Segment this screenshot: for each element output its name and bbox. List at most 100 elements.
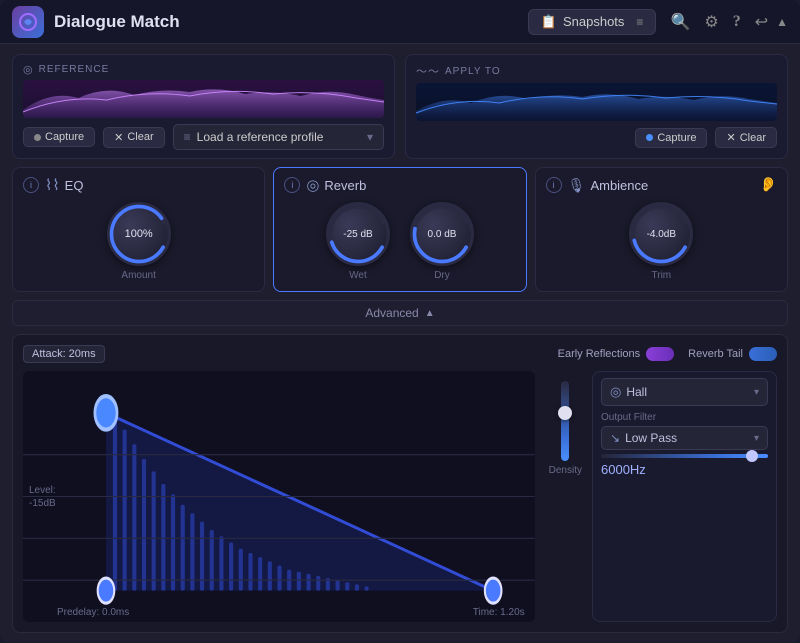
reverb-knob-area: -25 dB Wet 0.0 dB Dry <box>284 202 515 281</box>
reverb-wet-knob[interactable]: -25 dB <box>326 202 390 266</box>
eq-info-button[interactable]: i <box>23 177 39 193</box>
reverb-tail-toggle-control: Reverb Tail <box>688 347 777 361</box>
hall-selector-value: Hall <box>626 385 647 399</box>
reference-label: ◎ REFERENCE <box>23 63 384 76</box>
ambience-trim-knob-container: -4.0dB Trim <box>629 202 693 281</box>
filter-selector[interactable]: ↘ Low Pass ▾ <box>601 426 768 450</box>
snapshots-icon: 📋 <box>541 14 557 30</box>
reverb-module: i ◎ Reverb -25 dB <box>273 167 526 292</box>
reference-panel: ◎ REFERENCE <box>12 54 395 159</box>
ambience-trim-knob[interactable]: -4.0dB <box>629 202 693 266</box>
density-label: Density <box>549 465 582 476</box>
early-reflections-toggle[interactable] <box>646 347 674 361</box>
density-slider[interactable] <box>561 381 569 461</box>
hall-panel-inner: ◎ Hall ▾ Output Filter ↘ Low Pass <box>593 372 776 621</box>
ref-apply-row: ◎ REFERENCE <box>12 54 788 159</box>
ambience-trim-value: -4.0dB <box>647 229 676 240</box>
hall-selector[interactable]: ◎ Hall ▾ <box>601 378 768 406</box>
help-icon[interactable]: ? <box>733 13 741 31</box>
ambience-module: i 🎙 Ambience 👂 <box>535 167 788 292</box>
ambience-extra-icon[interactable]: 👂 <box>760 176 777 194</box>
reverb-wet-knob-container: -25 dB Wet <box>326 202 390 281</box>
ambience-icon: 🎙 <box>568 177 586 194</box>
freq-slider-track[interactable] <box>601 454 768 458</box>
apply-to-clear-button[interactable]: ✕ Clear <box>715 127 777 148</box>
reverb-wet-value: -25 dB <box>343 229 372 240</box>
header: Dialogue Match 📋 Snapshots ≡ 🔍 ⚙ ? ↩ ▲ <box>0 0 800 44</box>
load-profile-label: Load a reference profile <box>197 130 324 144</box>
header-icons: 🔍 ⚙ ? ↩ <box>670 12 768 32</box>
app-title: Dialogue Match <box>54 12 180 32</box>
scroll-up-button[interactable]: ▲ <box>776 15 788 29</box>
snapshots-label: Snapshots <box>563 14 624 29</box>
snapshots-menu-icon: ≡ <box>636 15 643 29</box>
reference-capture-button[interactable]: Capture <box>23 127 95 147</box>
load-profile-menu-icon: ≡ <box>184 130 191 144</box>
apply-to-capture-button[interactable]: Capture <box>635 128 707 148</box>
early-reflections-toggle-control: Early Reflections <box>558 347 675 361</box>
freq-slider-handle[interactable] <box>746 450 758 462</box>
filter-freq-row <box>601 454 768 458</box>
clear-x-icon: ✕ <box>114 131 123 144</box>
capture-dot-icon <box>34 134 41 141</box>
reverb-tail-toggle[interactable] <box>749 347 777 361</box>
eq-amount-knob-container: 100% Amount <box>107 202 171 281</box>
hall-selector-icon: ◎ <box>610 384 621 400</box>
filter-value: Low Pass <box>625 431 677 445</box>
apply-to-icon: 〜〜 <box>416 63 440 79</box>
eq-amount-label: Amount <box>121 270 155 281</box>
modules-row: i ⌇⌇ EQ 100% <box>12 167 788 292</box>
reflections-controls: Early Reflections Reverb Tail <box>558 347 777 361</box>
apply-clear-x-icon: ✕ <box>726 131 735 144</box>
advanced-top-controls: Attack: 20ms Early Reflections Reverb Ta… <box>23 345 777 363</box>
apply-to-controls: Capture ✕ Clear <box>416 127 777 148</box>
advanced-label: Advanced <box>365 306 418 320</box>
output-filter-label: Output Filter <box>601 412 768 423</box>
reverb-graph: Level: -15dB <box>23 371 535 622</box>
reference-icon: ◎ <box>23 63 34 76</box>
graph-area: Level: -15dB <box>23 371 777 622</box>
search-icon[interactable]: 🔍 <box>670 12 690 32</box>
attack-badge[interactable]: Attack: 20ms <box>23 345 105 363</box>
load-profile-dropdown[interactable]: ≡ Load a reference profile ▾ <box>173 124 384 150</box>
reverb-icon: ◎ <box>306 176 319 194</box>
predelay-label: Predelay: 0.0ms <box>57 607 129 618</box>
undo-icon[interactable]: ↩ <box>755 12 768 32</box>
reverb-dry-knob[interactable]: 0.0 dB <box>410 202 474 266</box>
gear-icon[interactable]: ⚙ <box>704 12 718 32</box>
logo-icon <box>12 6 44 38</box>
graph-labels-bottom: Predelay: 0.0ms Time: 1.20s <box>53 607 529 618</box>
eq-module-header: i ⌇⌇ EQ <box>23 176 254 194</box>
reverb-dry-label: Dry <box>434 270 450 281</box>
reverb-module-header: i ◎ Reverb <box>284 176 515 194</box>
ambience-trim-label: Trim <box>652 270 672 281</box>
hall-density-row: Density ◎ Hall ▾ Output <box>543 371 777 622</box>
density-column: Density <box>543 371 588 622</box>
eq-icon: ⌇⌇ <box>45 176 60 194</box>
apply-to-label: 〜〜 APPLY TO <box>416 63 777 79</box>
app-container: Dialogue Match 📋 Snapshots ≡ 🔍 ⚙ ? ↩ ▲ ◎… <box>0 0 800 643</box>
reverb-info-button[interactable]: i <box>284 177 300 193</box>
eq-knob-area: 100% Amount <box>23 202 254 281</box>
time-label: Time: 1.20s <box>473 607 525 618</box>
density-handle[interactable] <box>558 406 572 420</box>
ambience-knob-area: -4.0dB Trim <box>546 202 777 281</box>
ambience-module-title: 🎙 Ambience <box>568 177 649 194</box>
eq-module-title: ⌇⌇ EQ <box>45 176 83 194</box>
snapshots-button[interactable]: 📋 Snapshots ≡ <box>528 9 657 35</box>
reference-clear-button[interactable]: ✕ Clear <box>103 127 165 148</box>
hall-chevron-icon: ▾ <box>754 387 759 398</box>
reverb-dry-knob-container: 0.0 dB Dry <box>410 202 474 281</box>
main-area: ◎ REFERENCE <box>0 44 800 643</box>
advanced-chevron-icon: ▲ <box>425 308 435 319</box>
advanced-bar[interactable]: Advanced ▲ <box>12 300 788 326</box>
ambience-module-header: i 🎙 Ambience 👂 <box>546 176 777 194</box>
ambience-info-button[interactable]: i <box>546 177 562 193</box>
apply-to-waveform <box>416 83 777 121</box>
eq-amount-knob[interactable]: 100% <box>107 202 171 266</box>
advanced-panel: Attack: 20ms Early Reflections Reverb Ta… <box>12 334 788 633</box>
reverb-tail-label: Reverb Tail <box>688 348 743 360</box>
early-reflections-label: Early Reflections <box>558 348 641 360</box>
eq-module: i ⌇⌇ EQ 100% <box>12 167 265 292</box>
apply-to-panel: 〜〜 APPLY TO <box>405 54 788 159</box>
